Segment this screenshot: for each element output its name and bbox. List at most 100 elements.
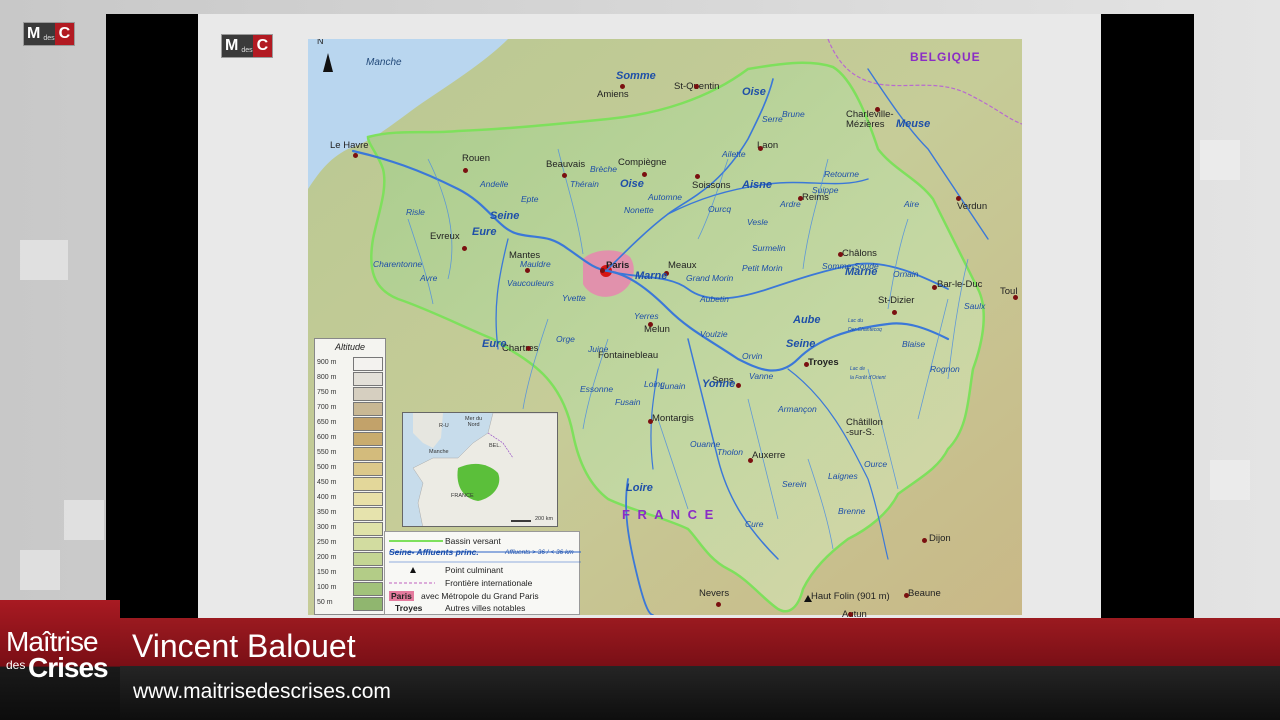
river-vanne: Vanne xyxy=(749,371,774,381)
river-serre: Serre xyxy=(762,114,783,124)
slide-logo: M des C xyxy=(221,34,274,58)
slide-logo-des: des xyxy=(241,35,253,57)
river-blaise: Blaise xyxy=(902,339,926,349)
river-charentonne: Charentonne xyxy=(373,259,423,269)
inset-map-graphic xyxy=(412,413,557,526)
altitude-level-swatch xyxy=(353,357,383,371)
river-yvette: Yvette xyxy=(562,293,586,303)
show-logo: Maîtrise des Crises xyxy=(0,600,120,720)
city-dot-melun xyxy=(648,322,653,327)
river-saulx: Saulx xyxy=(964,301,986,311)
logo-c: C xyxy=(54,23,75,45)
river-avre: Avre xyxy=(420,273,438,283)
river-ardre: Ardre xyxy=(780,199,801,209)
inset-france: FRANCE xyxy=(451,493,474,499)
river-mauldre: Mauldre xyxy=(520,259,551,269)
river-essonne: Essonne xyxy=(580,384,614,394)
altitude-level-label: 700 m xyxy=(317,404,337,411)
north-label: N xyxy=(317,39,324,46)
city-dot-toul xyxy=(1013,295,1018,300)
inset-mer-du-nord: Mer du Nord xyxy=(465,416,483,428)
altitude-level-label: 500 m xyxy=(317,464,337,471)
river-voulzie: Voulzie xyxy=(700,329,728,339)
city-dot-beauvais xyxy=(562,173,567,178)
altitude-level-label: 50 m xyxy=(317,599,333,606)
river-petit-morin: Petit Morin xyxy=(742,263,783,273)
river-loire: Loire xyxy=(626,482,653,494)
city-chatillon: Châtillon -sur-S. xyxy=(846,417,883,438)
river-andelle: Andelle xyxy=(480,179,509,189)
inset-manche: Manche xyxy=(429,449,449,455)
river-aire: Aire xyxy=(904,199,920,209)
altitude-level-swatch xyxy=(353,597,383,611)
river-ouanne: Ouanne xyxy=(690,439,721,449)
river-marne-w: Marne xyxy=(635,270,668,282)
river-breche: Brèche xyxy=(590,164,617,174)
river-vesle: Vesle xyxy=(747,217,768,227)
river-seine-w: Seine xyxy=(490,210,520,222)
city-paris: Paris xyxy=(606,260,630,271)
river-aisne: Aisne xyxy=(742,179,772,191)
altitude-level-label: 100 m xyxy=(317,584,337,591)
city-dot-nevers xyxy=(716,602,721,607)
city-dot-beaune xyxy=(904,593,909,598)
city-dot-verdun xyxy=(956,196,961,201)
river-retourne: Retourne xyxy=(824,169,859,179)
altitude-legend-title: Altitude xyxy=(334,342,366,352)
altitude-level-swatch xyxy=(353,582,383,596)
city-dot-amiens xyxy=(620,84,625,89)
city-nevers: Nevers xyxy=(699,588,730,599)
city-dot-laon xyxy=(758,146,763,151)
city-dot-st-quentin xyxy=(694,84,699,89)
city-dot-sens xyxy=(736,383,741,388)
river-eure-n: Eure xyxy=(472,226,497,238)
city-dot-chalons xyxy=(838,252,843,257)
show-logo-line3: Crises xyxy=(28,652,109,683)
river-eure-s: Eure xyxy=(482,338,507,350)
altitude-level-swatch xyxy=(353,447,383,461)
river-lac-foret: Lac de la Forêt d'Orient xyxy=(850,366,886,381)
altitude-level-label: 650 m xyxy=(317,419,337,426)
city-chartres: Chartres xyxy=(502,343,539,354)
altitude-level-label: 800 m xyxy=(317,374,337,381)
river-ailette: Ailette xyxy=(722,149,746,159)
channel-logo: M des C xyxy=(23,22,76,46)
altitude-level-swatch xyxy=(353,432,383,446)
river-yerres: Yerres xyxy=(634,311,659,321)
altitude-level-swatch xyxy=(353,567,383,581)
city-verdun: Verdun xyxy=(957,201,988,212)
city-dot-auxerre xyxy=(748,458,753,463)
legend-troyes-text: Autres villes notables xyxy=(445,603,526,613)
show-logo-line2: des xyxy=(6,658,26,672)
city-chalons: Châlons xyxy=(842,248,877,259)
city-dot-rouen xyxy=(463,168,468,173)
river-laignes: Laignes xyxy=(828,471,858,481)
sea-manche: Manche xyxy=(366,57,402,68)
river-ource: Ource xyxy=(864,459,888,469)
altitude-level-swatch xyxy=(353,372,383,386)
logo-des: des xyxy=(43,23,55,45)
altitude-level-label: 350 m xyxy=(317,509,337,516)
altitude-level-label: 150 m xyxy=(317,569,337,576)
city-bar-le-duc: Bar-le-Duc xyxy=(937,279,983,290)
river-rognon: Rognon xyxy=(930,364,960,374)
altitude-level-label: 450 m xyxy=(317,479,337,486)
altitude-legend: Altitude 900 m 800 m 750 m 700 m 650 m 600 m 5… xyxy=(314,338,386,615)
city-dot-paris xyxy=(600,268,605,273)
city-dot-bar-le-duc xyxy=(932,285,937,290)
legend-bassin: Bassin versant xyxy=(445,536,501,546)
altitude-level-label: 750 m xyxy=(317,389,337,396)
legend-point-culminant: Point culminant xyxy=(445,565,504,575)
website-url[interactable]: www.maitrisedescrises.com xyxy=(133,680,391,704)
river-serein: Serein xyxy=(782,479,807,489)
altitude-level-swatch xyxy=(353,402,383,416)
altitude-level-swatch xyxy=(353,417,383,431)
altitude-level-swatch xyxy=(353,462,383,476)
city-dot-autun xyxy=(848,612,853,617)
river-oise-s: Oise xyxy=(620,178,644,190)
symbol-legend: Bassin versant Seine- Affluents princ. A… xyxy=(384,531,581,615)
city-beauvais: Beauvais xyxy=(546,159,586,170)
river-epte: Epte xyxy=(521,194,539,204)
altitude-level-label: 300 m xyxy=(317,524,337,531)
legend-frontiere: Frontière internationale xyxy=(445,578,533,588)
